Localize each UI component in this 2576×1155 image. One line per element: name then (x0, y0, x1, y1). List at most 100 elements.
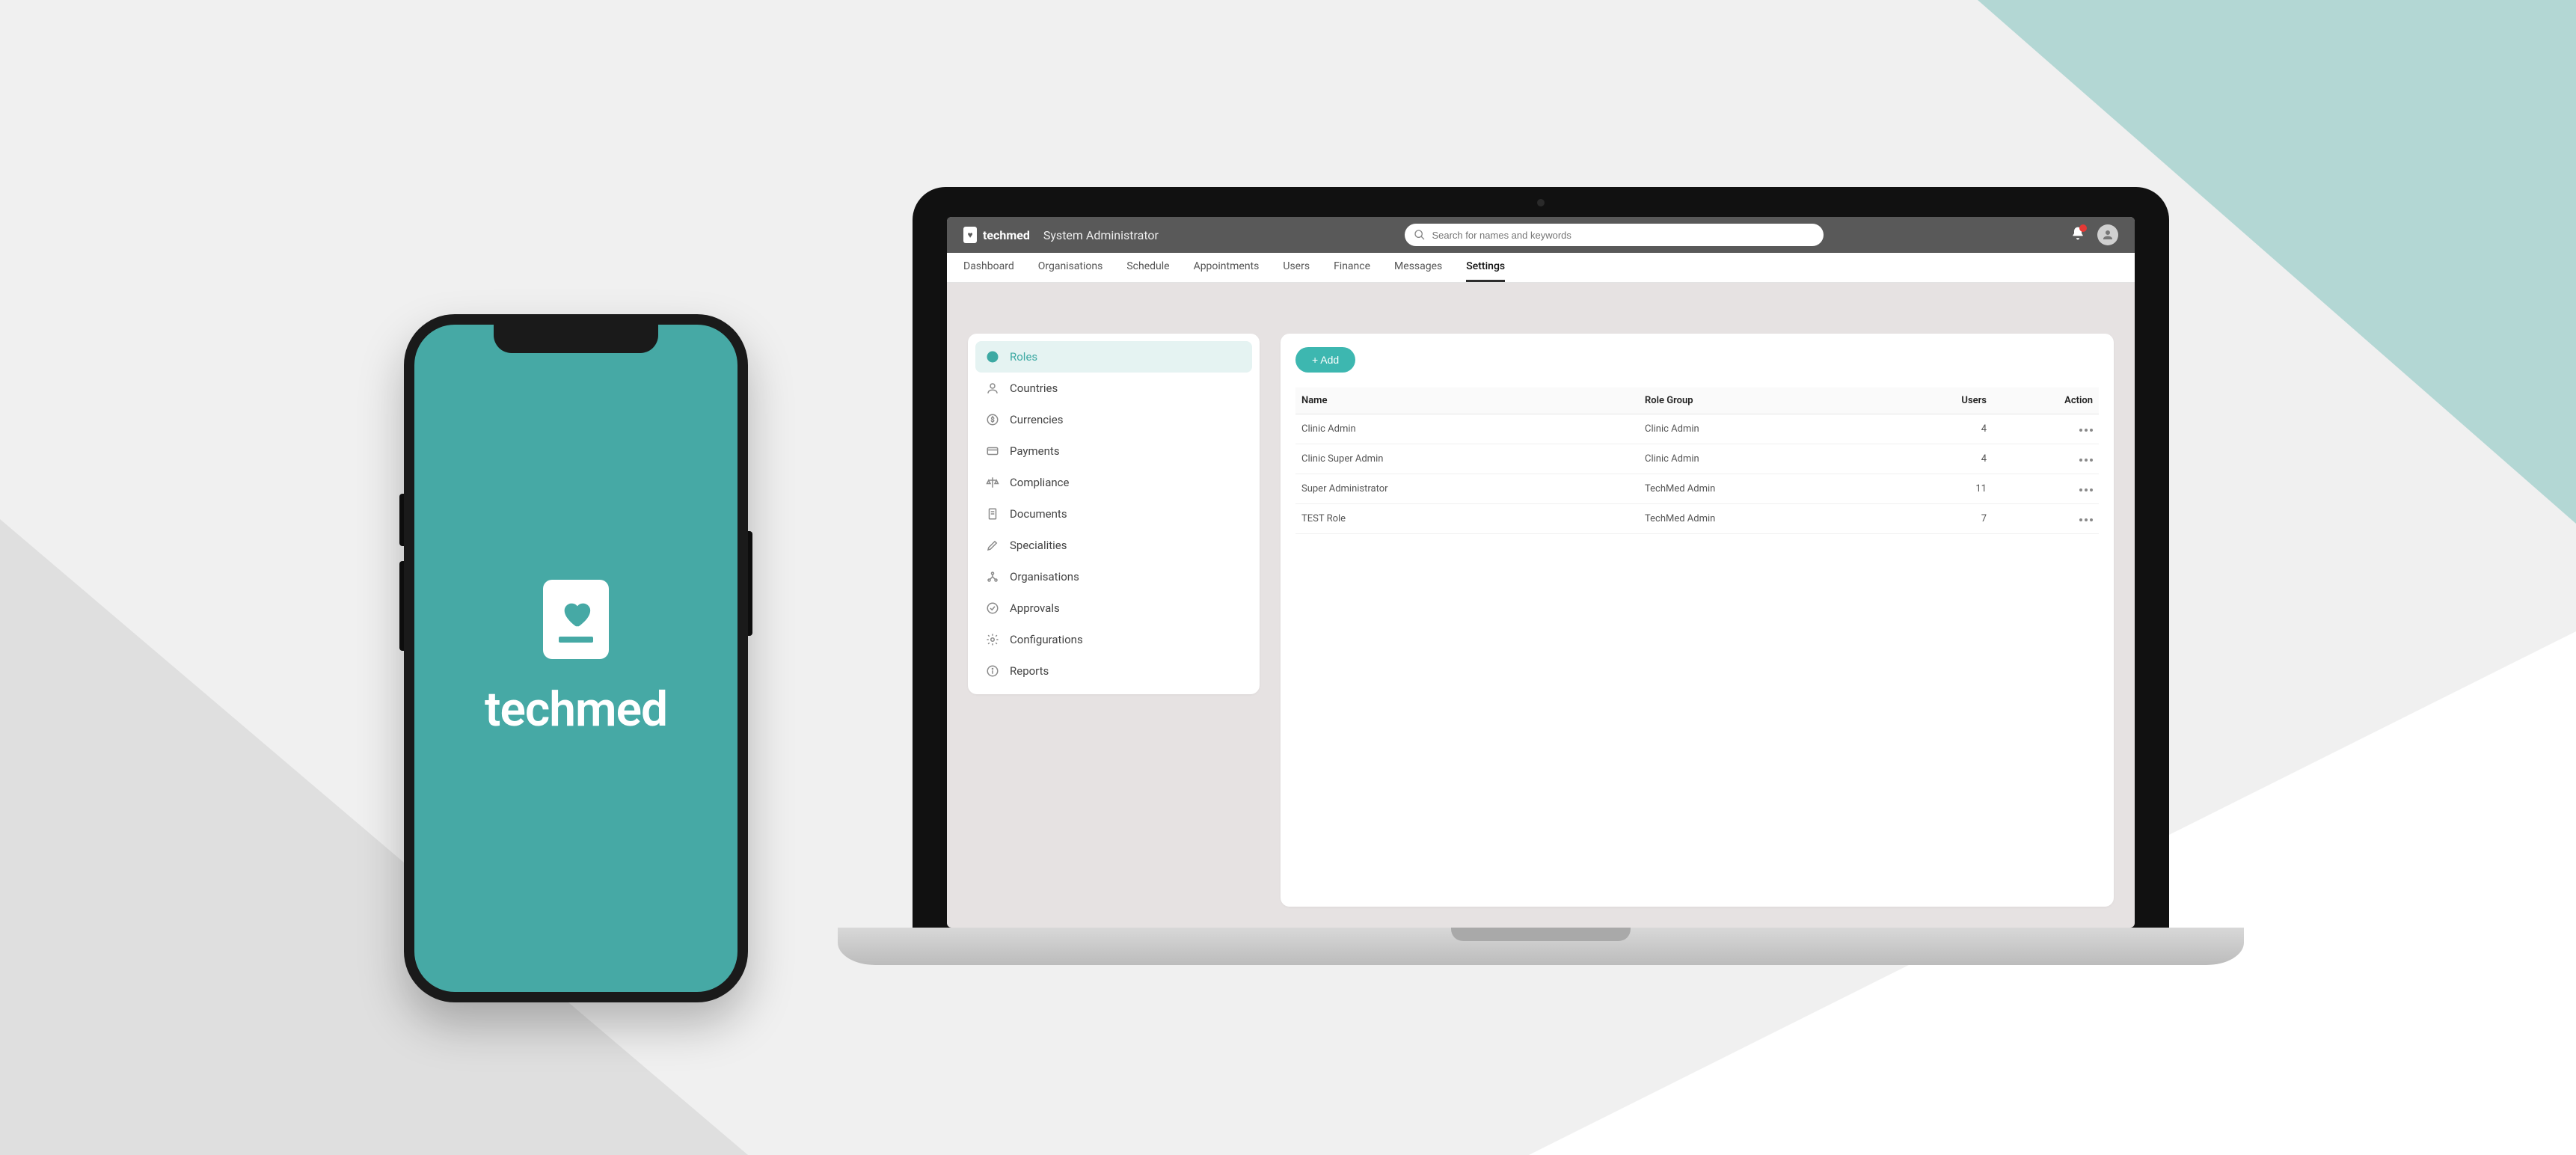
brand-logo[interactable]: ♥ techmed (963, 227, 1030, 243)
table-row[interactable]: Super Administrator TechMed Admin 11 (1295, 474, 2099, 504)
cell-name: Clinic Admin (1295, 414, 1639, 444)
cell-users: 4 (1927, 414, 2017, 444)
sidebar-item-documents[interactable]: Documents (975, 498, 1252, 530)
sidebar-item-label: Countries (1010, 382, 1058, 395)
current-role-label: System Administrator (1043, 228, 1159, 242)
tab-label: Organisations (1038, 260, 1103, 272)
sidebar-item-organisations[interactable]: Organisations (975, 561, 1252, 592)
balance-icon (986, 476, 999, 489)
cell-name: Super Administrator (1295, 474, 1639, 504)
tab-label: Schedule (1126, 260, 1169, 272)
tab-finance[interactable]: Finance (1334, 253, 1370, 282)
col-name[interactable]: Name (1295, 387, 1639, 414)
col-role-group[interactable]: Role Group (1639, 387, 1927, 414)
person-icon (986, 382, 999, 395)
sidebar-item-approvals[interactable]: Approvals (975, 592, 1252, 624)
phone-brand-text: techmed (485, 681, 667, 738)
tab-organisations[interactable]: Organisations (1038, 253, 1103, 282)
search-icon (1414, 229, 1426, 241)
roles-table: Name Role Group Users Action Clinic Admi… (1295, 387, 2099, 534)
document-icon (986, 507, 999, 521)
phone-side-button (399, 561, 404, 651)
phone-side-button (748, 531, 752, 636)
org-icon (986, 570, 999, 583)
sidebar-item-label: Approvals (1010, 601, 1060, 615)
sidebar-item-specialities[interactable]: Specialities (975, 530, 1252, 561)
table-row[interactable]: Clinic Admin Clinic Admin 4 (1295, 414, 2099, 444)
sidebar-item-label: Organisations (1010, 570, 1079, 583)
cell-name: Clinic Super Admin (1295, 444, 1639, 474)
phone-logo-icon (543, 580, 609, 659)
row-actions-button[interactable] (2079, 488, 2093, 491)
row-actions-button[interactable] (2079, 518, 2093, 521)
sidebar-item-configurations[interactable]: Configurations (975, 624, 1252, 655)
sidebar-item-roles[interactable]: Roles (975, 341, 1252, 373)
laptop-trackpad-notch (1451, 928, 1631, 941)
roles-panel: + Add Name Role Group Users Action (1281, 334, 2114, 907)
laptop-base (838, 928, 2244, 965)
svg-text:$: $ (990, 416, 994, 424)
app-body: Roles Countries $ Currencies Payments (947, 283, 2135, 928)
sidebar-item-reports[interactable]: Reports (975, 655, 1252, 687)
sidebar-item-label: Documents (1010, 507, 1067, 521)
row-actions-button[interactable] (2079, 429, 2093, 432)
sidebar-item-payments[interactable]: Payments (975, 435, 1252, 467)
phone-screen: techmed (414, 325, 737, 992)
cell-name: TEST Role (1295, 504, 1639, 534)
tab-label: Dashboard (963, 260, 1014, 272)
tab-appointments[interactable]: Appointments (1194, 253, 1260, 282)
add-button[interactable]: + Add (1295, 347, 1355, 373)
card-icon (986, 444, 999, 458)
laptop-mockup: ♥ techmed System Administrator (913, 187, 2169, 965)
cell-users: 7 (1927, 504, 2017, 534)
sidebar-item-label: Currencies (1010, 413, 1064, 426)
tab-settings[interactable]: Settings (1466, 253, 1505, 282)
cell-role-group: Clinic Admin (1639, 444, 1927, 474)
sidebar-item-label: Roles (1010, 350, 1037, 364)
row-actions-button[interactable] (2079, 459, 2093, 462)
table-row[interactable]: TEST Role TechMed Admin 7 (1295, 504, 2099, 534)
phone-side-button (399, 494, 404, 546)
cell-users: 4 (1927, 444, 2017, 474)
table-row[interactable]: Clinic Super Admin Clinic Admin 4 (1295, 444, 2099, 474)
cell-role-group: Clinic Admin (1639, 414, 1927, 444)
phone-notch (494, 325, 658, 353)
tab-messages[interactable]: Messages (1394, 253, 1442, 282)
tab-label: Finance (1334, 260, 1370, 272)
search-bar[interactable] (1405, 224, 1824, 246)
app-window: ♥ techmed System Administrator (947, 217, 2135, 928)
tab-label: Appointments (1194, 260, 1260, 272)
laptop-camera (1537, 199, 1545, 206)
col-action: Action (2017, 387, 2099, 414)
brand-glyph-icon: ♥ (963, 227, 977, 243)
tab-users[interactable]: Users (1283, 253, 1310, 282)
sidebar-item-label: Compliance (1010, 476, 1069, 489)
avatar[interactable] (2097, 224, 2118, 245)
info-icon (986, 664, 999, 678)
tab-dashboard[interactable]: Dashboard (963, 253, 1014, 282)
check-circle-icon (986, 601, 999, 615)
cell-role-group: TechMed Admin (1639, 504, 1927, 534)
sidebar-item-label: Payments (1010, 444, 1060, 458)
table-header-row: Name Role Group Users Action (1295, 387, 2099, 414)
search-input[interactable] (1432, 230, 1815, 241)
phone-mockup: techmed (404, 314, 748, 1002)
user-icon (2101, 228, 2115, 242)
sidebar-item-label: Specialities (1010, 539, 1067, 552)
notification-dot (2079, 224, 2087, 232)
heart-icon (559, 596, 593, 631)
sidebar-item-currencies[interactable]: $ Currencies (975, 404, 1252, 435)
brand-text: techmed (983, 228, 1030, 242)
cell-users: 11 (1927, 474, 2017, 504)
app-header: ♥ techmed System Administrator (947, 217, 2135, 253)
globe-icon (986, 350, 999, 364)
sidebar-item-compliance[interactable]: Compliance (975, 467, 1252, 498)
tab-schedule[interactable]: Schedule (1126, 253, 1169, 282)
gear-icon (986, 633, 999, 646)
sidebar-item-label: Reports (1010, 664, 1049, 678)
sidebar-item-countries[interactable]: Countries (975, 373, 1252, 404)
col-users[interactable]: Users (1927, 387, 2017, 414)
tab-label: Users (1283, 260, 1310, 272)
notifications-button[interactable] (2070, 226, 2085, 244)
tab-label: Messages (1394, 260, 1442, 272)
